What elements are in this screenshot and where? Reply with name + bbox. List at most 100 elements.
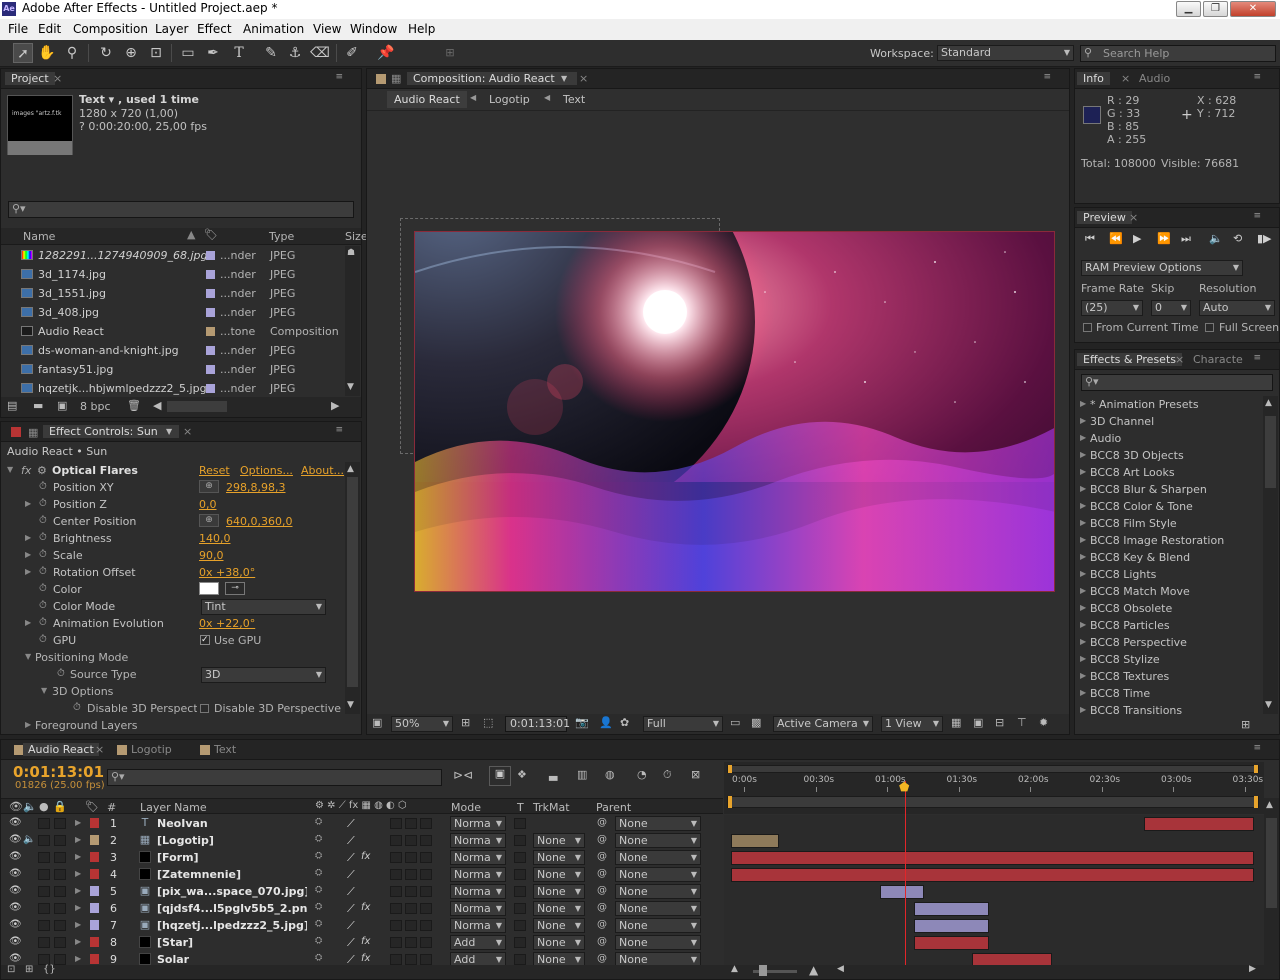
layer-name[interactable]: NeoIvan [157,817,307,830]
quality-switch-icon[interactable]: ⟋ [347,851,355,865]
workspace-dropdown[interactable]: Standard [937,45,1074,61]
switch-box[interactable] [390,937,402,948]
frame-rate-dropdown[interactable]: (25) [1081,300,1143,316]
layer-label-color[interactable] [90,818,99,828]
layer-row[interactable]: 👁🔈 ▶ 2 ▦ [Logotip] ⛭ ⟋ Norma None @ None [1,832,723,849]
draft-3d-icon[interactable]: ❖ [517,768,527,781]
menu-view[interactable]: View [313,22,341,36]
quality-switch-icon[interactable]: ⟋ [347,902,355,916]
modes-toggle-icon[interactable]: ⊞ [25,964,33,975]
parent-dropdown[interactable]: None [615,816,701,831]
search-help-field[interactable]: ⚲ Search Help [1080,45,1276,62]
clone-stamp-tool-icon[interactable]: ⚓ [285,43,305,63]
transparency-grid-icon[interactable]: ▩ [751,716,761,729]
fx-icon[interactable]: fx [361,953,370,964]
preserve-transparency-box[interactable] [514,869,526,880]
switch-box[interactable] [420,920,432,931]
fx-icon[interactable]: fx [21,464,31,477]
layer-label-color[interactable] [90,869,99,879]
pick-whip-icon[interactable]: @ [597,885,607,896]
close-button[interactable]: ✕ [1230,1,1276,17]
visibility-eye-icon[interactable]: 👁 [9,919,22,930]
trkmat-dropdown[interactable]: None [533,884,585,899]
scroll-down-icon[interactable]: ▼ [347,700,354,710]
switch-box[interactable] [405,954,417,965]
breadcrumb-logotip[interactable]: Logotip [489,93,530,106]
puppet-pin-tool-icon[interactable]: 📌 [376,43,396,63]
resolution-dropdown[interactable]: Auto [1199,300,1275,316]
trkmat-dropdown[interactable]: None [533,867,585,882]
expand-triangle-icon[interactable]: ▶ [25,550,31,559]
effects-category[interactable]: ▶ BCC8 3D Objects [1075,447,1263,464]
work-area-bar[interactable] [727,796,1259,808]
layer-label-color[interactable] [90,886,99,896]
pick-whip-icon[interactable]: @ [597,834,607,845]
ram-preview-options-dropdown[interactable]: RAM Preview Options [1081,260,1243,276]
project-scrollbar[interactable]: ☗ ▼ [345,246,360,396]
camera-orbit-tool-icon[interactable]: ⊕ [121,43,141,63]
expand-triangle-icon[interactable]: ▶ [75,852,81,861]
in-out-toggle-icon[interactable]: {} [43,964,56,975]
stopwatch-icon[interactable]: ⏱ [39,481,47,492]
solo-box[interactable] [38,886,50,897]
skip-dropdown[interactable]: 0 [1151,300,1191,316]
tab-audio[interactable]: Audio [1133,72,1176,85]
play-icon[interactable]: ▶ [1133,232,1141,245]
effects-category[interactable]: ▶ BCC8 Transitions [1075,702,1263,716]
expand-triangle-icon[interactable]: ▶ [75,903,81,912]
effects-category[interactable]: ▶ BCC8 Match Move [1075,583,1263,600]
label-column-icon[interactable]: 🏷 [85,800,99,813]
expand-triangle-icon[interactable]: ▶ [1080,705,1086,714]
always-preview-icon[interactable]: ▣ [372,716,382,729]
stopwatch-icon[interactable]: ⏱ [39,549,47,560]
close-icon[interactable]: × [1121,72,1130,85]
tab-project[interactable]: Project [5,72,55,85]
eyedropper-icon[interactable]: ⊸ [225,582,245,595]
lock-box[interactable] [54,937,66,948]
menu-layer[interactable]: Layer [155,22,188,36]
motion-blur-icon[interactable]: ◍ [605,768,615,781]
effects-category[interactable]: ▶ BCC8 Perspective [1075,634,1263,651]
stopwatch-icon[interactable]: ⏱ [39,532,47,543]
quality-switch-icon[interactable]: ⟋ [347,919,355,933]
scroll-thumb[interactable] [1266,818,1277,908]
column-size[interactable]: Size [345,230,368,243]
switch-box[interactable] [390,903,402,914]
expand-triangle-icon[interactable]: ▶ [75,954,81,963]
expand-triangle-icon[interactable]: ▶ [75,818,81,827]
zoom-dropdown[interactable]: 50% [391,716,453,732]
pick-whip-icon[interactable]: @ [597,902,607,913]
tab-logotip[interactable]: Logotip [131,743,172,756]
pick-whip-icon[interactable]: @ [597,817,607,828]
layer-label-color[interactable] [90,954,99,964]
project-file-row[interactable]: hqzetjk...hbjwmlpedzzz2_5.jpg ...nder JPEG [1,379,345,398]
trkmat-dropdown[interactable]: None [533,918,585,933]
trkmat-dropdown[interactable]: None [533,833,585,848]
solo-box[interactable] [38,835,50,846]
expand-triangle-icon[interactable]: ▶ [1080,416,1086,425]
pick-whip-icon[interactable]: @ [597,851,607,862]
layer-name[interactable]: [Zatemnenie] [157,868,307,881]
preserve-transparency-box[interactable] [514,886,526,897]
visibility-eye-icon[interactable]: 👁 [9,851,22,862]
bpc-label[interactable]: 8 bpc [80,400,111,413]
layer-mode-dropdown[interactable]: Norma [450,918,506,933]
switch-box[interactable] [420,954,432,965]
flowchart-icon[interactable]: ⊤ [1017,716,1027,729]
expand-triangle-icon[interactable]: ▶ [25,567,31,576]
layer-mode-dropdown[interactable]: Norma [450,884,506,899]
effects-category[interactable]: ▶ BCC8 Film Style [1075,515,1263,532]
snapshot-camera-icon[interactable]: 📷 [575,716,589,729]
expand-triangle-icon[interactable]: ▶ [1080,535,1086,544]
switch-box[interactable] [390,852,402,863]
rotation-tool-icon[interactable]: ↻ [96,43,116,63]
chevron-down-icon[interactable]: ▼ [166,427,172,436]
effects-category[interactable]: ▶ BCC8 Stylize [1075,651,1263,668]
tab-preview[interactable]: Preview [1077,211,1132,224]
layer-mode-dropdown[interactable]: Norma [450,816,506,831]
zoom-tool-icon[interactable]: ⚲ [62,43,82,63]
preserve-transparency-box[interactable] [514,903,526,914]
menu-edit[interactable]: Edit [38,22,61,36]
expand-triangle-icon[interactable]: ▶ [1080,620,1086,629]
expand-triangle-icon[interactable]: ▶ [1080,484,1086,493]
